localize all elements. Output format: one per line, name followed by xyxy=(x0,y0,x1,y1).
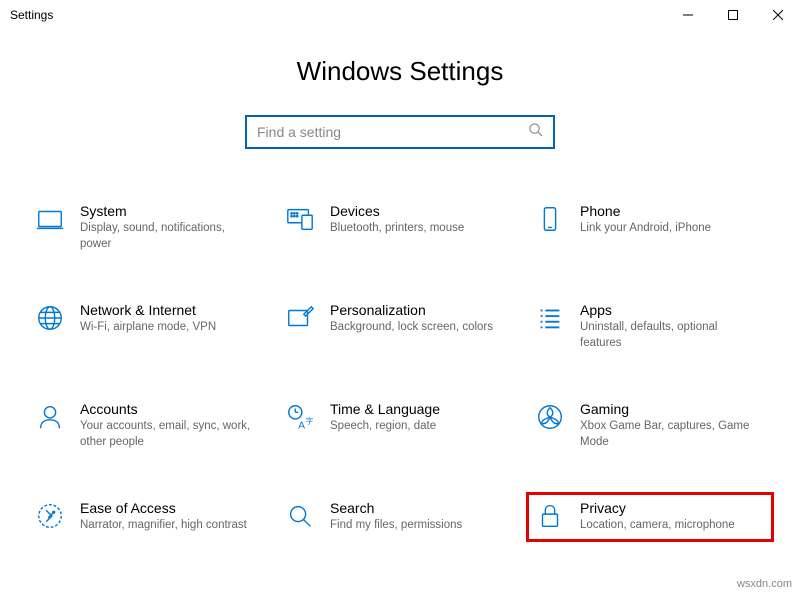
svg-text:字: 字 xyxy=(306,416,314,426)
category-title: Accounts xyxy=(80,401,256,417)
category-time[interactable]: A字 Time & Language Speech, region, date xyxy=(280,397,520,454)
category-desc: Bluetooth, printers, mouse xyxy=(330,221,506,237)
category-text: Search Find my files, permissions xyxy=(330,500,516,534)
category-devices[interactable]: Devices Bluetooth, printers, mouse xyxy=(280,199,520,256)
category-text: Time & Language Speech, region, date xyxy=(330,401,516,435)
devices-icon xyxy=(284,203,316,235)
category-text: Devices Bluetooth, printers, mouse xyxy=(330,203,516,237)
page-title: Windows Settings xyxy=(0,56,800,87)
window-controls xyxy=(665,0,800,30)
category-gaming[interactable]: Gaming Xbox Game Bar, captures, Game Mode xyxy=(530,397,770,454)
category-desc: Uninstall, defaults, optional features xyxy=(580,320,756,351)
minimize-button[interactable] xyxy=(665,0,710,30)
svg-text:A: A xyxy=(298,420,305,431)
category-title: Ease of Access xyxy=(80,500,256,516)
apps-icon xyxy=(534,302,566,334)
category-desc: Link your Android, iPhone xyxy=(580,221,756,237)
category-apps[interactable]: Apps Uninstall, defaults, optional featur… xyxy=(530,298,770,355)
category-title: Privacy xyxy=(580,500,756,516)
category-search[interactable]: Search Find my files, permissions xyxy=(280,496,520,538)
watermark: wsxdn.com xyxy=(737,578,792,590)
maximize-button[interactable] xyxy=(710,0,755,30)
category-text: Privacy Location, camera, microphone xyxy=(580,500,766,534)
category-desc: Display, sound, notifications, power xyxy=(80,221,256,252)
category-desc: Background, lock screen, colors xyxy=(330,320,506,336)
category-title: Gaming xyxy=(580,401,756,417)
category-title: Devices xyxy=(330,203,506,219)
category-phone[interactable]: Phone Link your Android, iPhone xyxy=(530,199,770,256)
category-title: Phone xyxy=(580,203,756,219)
page-header: Windows Settings xyxy=(0,56,800,87)
category-ease[interactable]: Ease of Access Narrator, magnifier, high … xyxy=(30,496,270,538)
search-input[interactable] xyxy=(257,124,528,140)
personalization-icon xyxy=(284,302,316,334)
category-title: Apps xyxy=(580,302,756,318)
category-text: Apps Uninstall, defaults, optional featur… xyxy=(580,302,766,351)
network-icon xyxy=(34,302,66,334)
category-personalization[interactable]: Personalization Background, lock screen, … xyxy=(280,298,520,355)
window-title: Settings xyxy=(10,8,53,22)
search-icon xyxy=(284,500,316,532)
category-title: Personalization xyxy=(330,302,506,318)
category-text: Network & Internet Wi-Fi, airplane mode, … xyxy=(80,302,266,336)
category-text: Accounts Your accounts, email, sync, work… xyxy=(80,401,266,450)
category-privacy[interactable]: Privacy Location, camera, microphone xyxy=(530,496,770,538)
category-desc: Wi-Fi, airplane mode, VPN xyxy=(80,320,256,336)
gaming-icon xyxy=(534,401,566,433)
category-title: Network & Internet xyxy=(80,302,256,318)
system-icon xyxy=(34,203,66,235)
search-wrap xyxy=(0,115,800,149)
category-text: System Display, sound, notifications, pow… xyxy=(80,203,266,252)
category-title: System xyxy=(80,203,256,219)
accounts-icon xyxy=(34,401,66,433)
close-button[interactable] xyxy=(755,0,800,30)
category-desc: Your accounts, email, sync, work, other … xyxy=(80,419,256,450)
category-text: Gaming Xbox Game Bar, captures, Game Mode xyxy=(580,401,766,450)
category-accounts[interactable]: Accounts Your accounts, email, sync, work… xyxy=(30,397,270,454)
titlebar: Settings xyxy=(0,0,800,30)
search-box[interactable] xyxy=(245,115,555,149)
category-title: Search xyxy=(330,500,506,516)
category-desc: Location, camera, microphone xyxy=(580,518,756,534)
category-desc: Speech, region, date xyxy=(330,419,506,435)
category-network[interactable]: Network & Internet Wi-Fi, airplane mode, … xyxy=(30,298,270,355)
category-text: Ease of Access Narrator, magnifier, high … xyxy=(80,500,266,534)
category-system[interactable]: System Display, sound, notifications, pow… xyxy=(30,199,270,256)
phone-icon xyxy=(534,203,566,235)
search-icon xyxy=(528,122,543,142)
category-text: Personalization Background, lock screen, … xyxy=(330,302,516,336)
category-text: Phone Link your Android, iPhone xyxy=(580,203,766,237)
category-desc: Find my files, permissions xyxy=(330,518,506,534)
categories-grid: System Display, sound, notifications, pow… xyxy=(0,199,800,538)
ease-icon xyxy=(34,500,66,532)
category-desc: Narrator, magnifier, high contrast xyxy=(80,518,256,534)
category-desc: Xbox Game Bar, captures, Game Mode xyxy=(580,419,756,450)
privacy-icon xyxy=(534,500,566,532)
time-icon: A字 xyxy=(284,401,316,433)
category-title: Time & Language xyxy=(330,401,506,417)
